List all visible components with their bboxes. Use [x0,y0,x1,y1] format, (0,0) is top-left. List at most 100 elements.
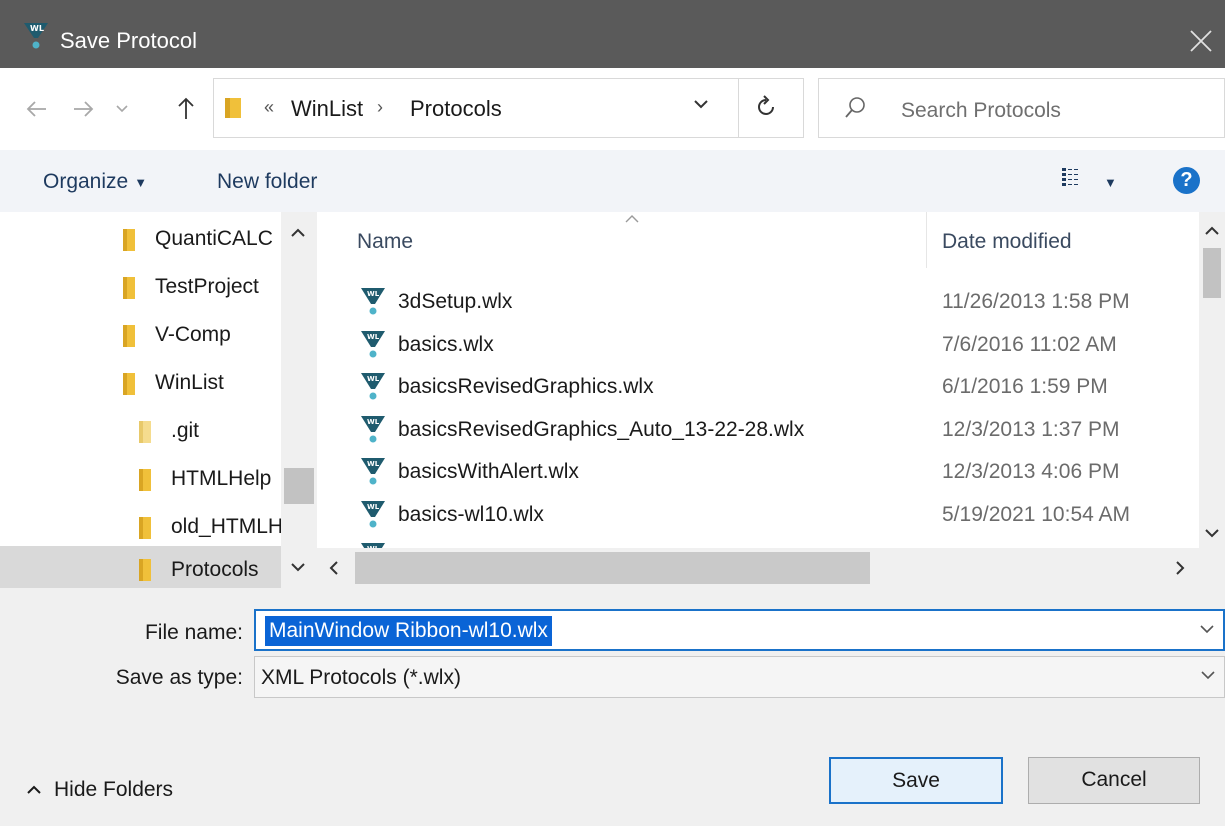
nav-item-label: WinList [155,371,224,394]
file-row[interactable]: WL basicsRevisedGraphics_Auto_13-22-28.w… [340,409,1198,452]
file-date: 11/26/2013 1:58 PM [942,290,1130,313]
organize-label: Organize [43,170,129,193]
folder-icon [139,517,151,539]
file-name: basics.wlx [398,333,494,356]
nav-item-label: Protocols [171,558,259,581]
column-divider[interactable] [926,212,927,268]
nav-pane-scrollbar[interactable] [281,212,317,588]
file-row[interactable]: WL basics.wlx 7/6/2016 11:02 AM [340,324,1198,367]
column-header-name[interactable]: Name [357,230,413,254]
nav-item-old-htmlhelp[interactable]: old_HTMLHelp [0,504,281,552]
file-name: 3dSetup.wlx [398,290,513,313]
scrollbar-thumb[interactable] [284,468,314,504]
save-button[interactable]: Save [829,757,1003,804]
svg-text:WL: WL [367,375,380,383]
scroll-right-icon[interactable] [1175,560,1185,576]
nav-item-protocols[interactable]: Protocols [0,546,281,588]
hide-folders-label: Hide Folders [54,778,174,801]
file-name: basicsWithAlert.wlx [398,460,579,483]
chevron-down-icon[interactable] [1200,669,1216,681]
folder-icon [123,277,135,299]
folder-icon [123,373,135,395]
breadcrumb-protocols[interactable]: Protocols [410,96,502,122]
nav-item-label: V-Comp [155,323,231,346]
scroll-up-icon[interactable] [290,228,306,238]
forward-arrow-icon[interactable] [72,100,94,118]
file-name-field[interactable]: MainWindow Ribbon-wl10.wlx [254,609,1225,651]
svg-text:WL: WL [367,418,380,426]
file-row[interactable]: WL basicsWithAlert.wlx 12/3/2013 4:06 PM [340,451,1198,494]
file-list-vertical-scrollbar[interactable] [1199,212,1225,548]
organize-caret-icon: ▼ [134,174,148,190]
address-bar[interactable]: « WinList › Protocols [213,78,804,138]
file-date: 6/1/2016 1:59 PM [942,375,1108,398]
close-icon[interactable] [1188,28,1214,54]
nav-item-testproject[interactable]: TestProject [0,264,281,312]
nav-item-label: .git [171,419,200,442]
file-date: 12/3/2013 4:06 PM [942,460,1120,483]
wlx-file-icon: WL [361,373,385,400]
scrollbar-thumb[interactable] [1203,248,1221,298]
organize-menu[interactable]: Organize ▼ [43,170,147,194]
scroll-down-icon[interactable] [1204,528,1220,538]
breadcrumb-separator[interactable]: › [377,97,383,118]
file-name-input[interactable]: MainWindow Ribbon-wl10.wlx [265,616,552,646]
scroll-left-icon[interactable] [329,560,339,576]
search-input[interactable]: Search Protocols [901,99,1061,123]
file-list-horizontal-scrollbar[interactable] [317,548,1225,588]
folder-icon [139,559,151,581]
window-title: Save Protocol [60,28,197,53]
folder-icon [139,421,151,443]
nav-item-htmlhelp[interactable]: HTMLHelp [0,456,281,504]
help-button[interactable]: ? [1173,167,1200,194]
nav-item-quanticalc[interactable]: QuantiCALC [0,216,281,264]
wlx-file-icon: WL [361,416,385,443]
cancel-button[interactable]: Cancel [1028,757,1200,804]
nav-item-git[interactable]: .git [0,408,281,456]
file-name: basics-wl10.wlx [398,503,544,526]
breadcrumb-winlist[interactable]: WinList [291,96,363,122]
chevron-up-icon [27,786,41,795]
refresh-icon[interactable] [754,94,778,120]
svg-text:WL: WL [367,333,380,341]
file-date: 7/6/2016 11:02 AM [942,333,1117,356]
file-row-partial[interactable]: WL [340,539,1198,548]
search-box[interactable]: Search Protocols [818,78,1225,138]
wlx-file-icon: WL [361,288,385,315]
file-date: 12/3/2013 1:37 PM [942,418,1120,441]
svg-text:WL: WL [367,290,380,298]
scrollbar-thumb[interactable] [355,552,870,584]
new-folder-button[interactable]: New folder [217,170,317,194]
save-type-select[interactable]: XML Protocols (*.wlx) [254,656,1225,698]
search-icon [845,97,865,118]
chevron-down-icon[interactable] [1199,623,1215,635]
hide-folders-toggle[interactable]: Hide Folders [26,778,173,802]
navigation-pane: QuantiCALC TestProject V-Comp WinList .g… [0,212,317,588]
address-dropdown-icon[interactable] [692,97,710,111]
file-name: basicsRevisedGraphics.wlx [398,375,654,398]
file-row[interactable]: WL 3dSetup.wlx 11/26/2013 1:58 PM [340,281,1198,324]
scroll-down-icon[interactable] [290,562,306,572]
overflow-glyph[interactable]: « [264,97,274,118]
app-logo-icon: WL [24,23,48,49]
file-row[interactable]: WL basicsRevisedGraphics.wlx 6/1/2016 1:… [340,366,1198,409]
nav-item-winlist[interactable]: WinList [0,360,281,408]
back-arrow-icon[interactable] [26,100,48,118]
recent-locations-chevron-icon[interactable] [116,104,128,114]
up-arrow-icon[interactable] [177,96,195,120]
nav-item-v-comp[interactable]: V-Comp [0,312,281,360]
folder-icon [123,325,135,347]
sort-ascending-icon [625,215,639,223]
view-dropdown-icon[interactable]: ▼ [1104,175,1117,190]
nav-item-label: TestProject [155,275,259,298]
wlx-file-icon: WL [361,458,385,485]
file-row[interactable]: WL basics-wl10.wlx 5/19/2021 10:54 AM [340,494,1198,537]
save-type-label: Save as type: [115,666,243,689]
scroll-up-icon[interactable] [1204,226,1220,236]
file-name: basicsRevisedGraphics_Auto_13-22-28.wlx [398,418,805,441]
view-options-icon[interactable] [1061,166,1083,188]
nav-item-label: HTMLHelp [171,467,272,490]
column-header-date-modified[interactable]: Date modified [942,230,1072,254]
wlx-file-icon: WL [361,331,385,358]
title-bar: WL Save Protocol [0,0,1225,68]
